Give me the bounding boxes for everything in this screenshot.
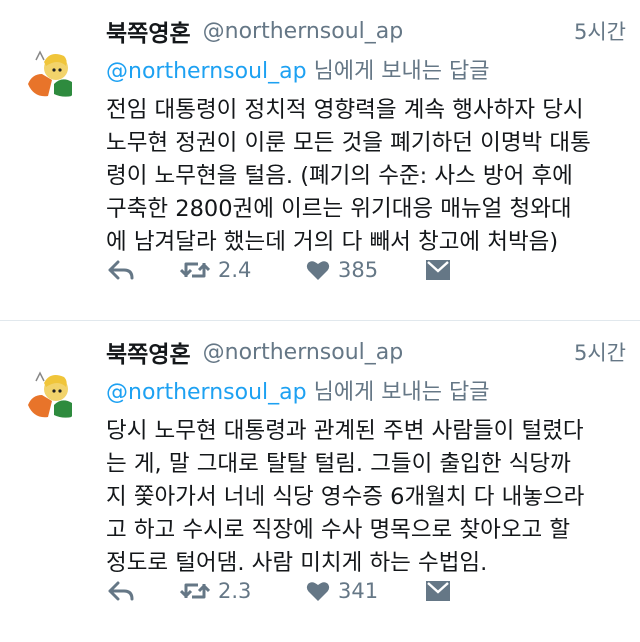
retweet-icon: [180, 583, 210, 599]
tweet-text-line: 정도로 털어댐. 사람 미치게 하는 수법임.: [106, 550, 488, 576]
heart-icon: [306, 582, 330, 601]
tweet-actions: 2.3 341: [108, 579, 450, 603]
reply-mention-link[interactable]: @northernsoul_ap: [106, 380, 307, 405]
reply-icon: [108, 581, 134, 601]
tweet-text-line: 당시 노무현 대통령과 관계된 주변 사람들이 털렸다: [106, 418, 584, 444]
author-name[interactable]: 북쪽영혼: [106, 335, 191, 369]
reply-context-label: 님에게 보내는 답글: [306, 380, 490, 405]
author-handle[interactable]: @northernsoul_ap: [203, 19, 404, 44]
reply-icon: [108, 260, 134, 280]
like-count: 385: [338, 258, 379, 282]
retweet-count: 2.3: [218, 579, 252, 603]
tweet-text: 당시 노무현 대통령과 관계된 주변 사람들이 털렸다 는 게, 말 그대로 탈…: [106, 415, 626, 580]
retweet-icon: [180, 262, 210, 278]
like-button[interactable]: 341: [306, 579, 426, 603]
tweet-text-line: 령이 노무현을 털음. (폐기의 수준: 사스 방어 후에: [106, 163, 573, 189]
envelope-icon: [426, 260, 450, 280]
direct-message-button[interactable]: [426, 581, 450, 601]
tweet-text: 전임 대통령이 정치적 영향력을 계속 행사하자 당시 노무현 정권이 이룬 모…: [106, 94, 626, 259]
direct-message-button[interactable]: [426, 260, 450, 280]
reply-context-label: 님에게 보내는 답글: [306, 59, 490, 84]
tweet[interactable]: 북쪽영혼 @northernsoul_ap 5시간 @northernsoul_…: [0, 321, 640, 641]
tweet-text-line: 에 남겨달라 했는데 거의 다 빼서 창고에 처박음): [106, 229, 559, 255]
cartoon-avatar-icon: [18, 361, 82, 425]
avatar[interactable]: [18, 361, 82, 425]
reply-mention-link[interactable]: @northernsoul_ap: [106, 59, 307, 84]
reply-context: @northernsoul_ap 님에게 보내는 답글: [106, 56, 626, 88]
heart-icon: [306, 261, 330, 280]
retweet-button[interactable]: 2.4: [180, 258, 306, 282]
like-button[interactable]: 385: [306, 258, 426, 282]
author-name[interactable]: 북쪽영혼: [106, 14, 191, 48]
cartoon-avatar-icon: [18, 40, 82, 104]
tweet-text-line: 구축한 2800권에 이르는 위기대응 매뉴얼 청와대: [106, 196, 572, 222]
reply-button[interactable]: [108, 580, 180, 602]
envelope-icon: [426, 581, 450, 601]
retweet-count: 2.4: [218, 258, 252, 282]
tweet-text-line: 지 쫓아가서 너네 식당 영수증 6개월치 다 내놓으라: [106, 484, 585, 510]
tweet-text-line: 노무현 정권이 이룬 모든 것을 폐기하던 이명박 대통: [106, 130, 591, 156]
tweet-timestamp[interactable]: 5시간: [574, 337, 626, 367]
tweet-text-line: 고 하고 수시로 직장에 수사 명목으로 찾아오고 할: [106, 517, 571, 543]
tweet-actions: 2.4 385: [108, 258, 450, 282]
tweet-timestamp[interactable]: 5시간: [574, 16, 626, 46]
tweet[interactable]: 북쪽영혼 @northernsoul_ap 5시간 @northernsoul_…: [0, 0, 640, 320]
retweet-button[interactable]: 2.3: [180, 579, 306, 603]
like-count: 341: [338, 579, 379, 603]
avatar[interactable]: [18, 40, 82, 104]
tweet-text-line: 전임 대통령이 정치적 영향력을 계속 행사하자 당시: [106, 97, 584, 123]
reply-context: @northernsoul_ap 님에게 보내는 답글: [106, 377, 626, 409]
author-handle[interactable]: @northernsoul_ap: [203, 340, 404, 365]
tweet-text-line: 는 게, 말 그대로 탈탈 털림. 그들이 출입한 식당까: [106, 451, 571, 477]
reply-button[interactable]: [108, 259, 180, 281]
